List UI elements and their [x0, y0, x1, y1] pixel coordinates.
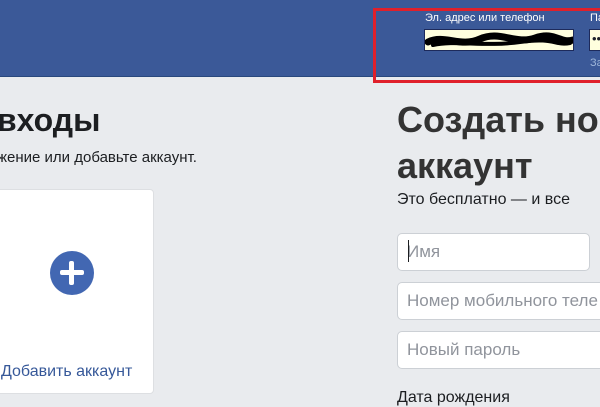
- add-account-card[interactable]: Добавить аккаунт: [0, 189, 154, 394]
- signup-title-line-1: Создать но: [397, 99, 599, 140]
- signup-title: Создать но аккаунт: [397, 97, 600, 189]
- signup-title-line-2: аккаунт: [397, 145, 533, 186]
- login-highlight-box: [373, 8, 600, 83]
- recent-logins-title: входы: [0, 102, 101, 138]
- birthday-label: Дата рождения: [397, 389, 510, 406]
- text-caret: [408, 240, 409, 262]
- first-name-input[interactable]: [397, 233, 590, 271]
- signup-subtitle: Это бесплатно — и все: [397, 191, 570, 208]
- plus-circle-icon: [50, 251, 94, 295]
- recent-logins-subtitle: жение или добавьте аккаунт.: [0, 149, 197, 166]
- new-password-input[interactable]: [397, 331, 600, 369]
- mobile-number-input[interactable]: [397, 282, 600, 320]
- add-account-label: Добавить аккаунт: [1, 363, 133, 380]
